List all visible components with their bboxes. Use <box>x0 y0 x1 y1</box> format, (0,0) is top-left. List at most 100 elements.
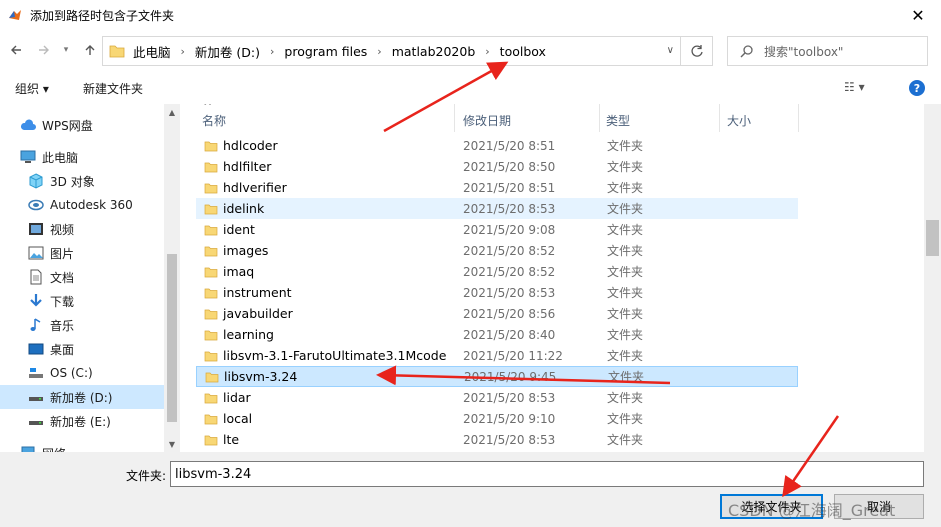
recent-dropdown-button[interactable]: ▾ <box>56 40 76 60</box>
column-divider[interactable] <box>798 104 799 132</box>
navigation-pane: WPS网盘 此电脑 3D 对象 Autodesk 360 视频 图片 文档 下载… <box>0 104 180 452</box>
chevron-right-icon[interactable]: › <box>270 45 274 58</box>
file-row[interactable]: instrument 2021/5/20 8:53 文件夹 <box>196 282 798 303</box>
view-options-button[interactable]: ☷ ▾ <box>844 80 865 94</box>
file-name: libsvm-3.24 <box>224 369 298 384</box>
up-button[interactable] <box>80 40 100 60</box>
computer-icon <box>20 149 36 165</box>
refresh-icon <box>690 45 703 57</box>
sidebar-item-label: 新加卷 (D:) <box>50 390 113 405</box>
sidebar-item-drive-e[interactable]: 新加卷 (E:) <box>0 409 164 433</box>
3d-objects-icon <box>28 173 44 189</box>
organize-button[interactable]: 组织 ▾ <box>15 80 49 97</box>
folder-name-input[interactable]: libsvm-3.24 <box>170 461 924 487</box>
window-title: 添加到路径时包含子文件夹 <box>30 8 175 23</box>
sidebar-item-downloads[interactable]: 下载 <box>0 289 164 313</box>
scroll-up-icon[interactable]: ▲ <box>164 104 180 120</box>
column-divider[interactable] <box>454 104 455 132</box>
scroll-down-icon[interactable]: ▼ <box>164 436 180 452</box>
forward-button[interactable] <box>34 40 54 60</box>
file-row[interactable]: hdlfilter 2021/5/20 8:50 文件夹 <box>196 156 798 177</box>
column-divider[interactable] <box>599 104 600 132</box>
chevron-right-icon[interactable]: › <box>485 45 489 58</box>
file-row[interactable]: local 2021/5/20 9:10 文件夹 <box>196 408 798 429</box>
file-type: 文件夹 <box>607 265 644 279</box>
sidebar-item-this-pc[interactable]: 此电脑 <box>0 145 164 169</box>
sidebar-item-desktop[interactable]: 桌面 <box>0 337 164 361</box>
sidebar-item-autodesk-360[interactable]: Autodesk 360 <box>0 193 164 217</box>
sidebar-item-label: 新加卷 (E:) <box>50 414 111 429</box>
file-row[interactable]: images 2021/5/20 8:52 文件夹 <box>196 240 798 261</box>
search-placeholder: 搜索"toolbox" <box>764 44 844 59</box>
video-icon <box>28 221 44 237</box>
forward-arrow-icon <box>39 45 49 55</box>
address-dropdown-icon[interactable]: ∨ <box>667 45 674 56</box>
file-row[interactable]: learning 2021/5/20 8:40 文件夹 <box>196 324 798 345</box>
search-icon <box>740 45 753 58</box>
file-list-scrollbar[interactable] <box>924 104 941 452</box>
folder-icon <box>205 372 219 382</box>
sidebar-item-drive-d[interactable]: 新加卷 (D:) <box>0 385 164 409</box>
breadcrumb-item[interactable]: 新加卷 (D:) <box>195 42 260 61</box>
breadcrumb-item[interactable]: program files <box>284 44 367 59</box>
sidebar-item-label: 音乐 <box>50 318 75 333</box>
file-date: 2021/5/20 8:53 <box>463 390 556 405</box>
folder-icon <box>204 141 218 151</box>
file-row[interactable]: imaq 2021/5/20 8:52 文件夹 <box>196 261 798 282</box>
up-arrow-icon <box>85 45 95 55</box>
cloud-icon <box>20 117 36 133</box>
file-name: learning <box>223 327 274 342</box>
file-row[interactable]: lte 2021/5/20 8:53 文件夹 <box>196 429 798 450</box>
scrollbar-thumb[interactable] <box>167 254 177 422</box>
file-name: lte <box>223 432 240 447</box>
file-date: 2021/5/20 9:08 <box>463 222 556 237</box>
sidebar-item-wps-cloud[interactable]: WPS网盘 <box>0 113 164 137</box>
column-header-size[interactable]: 大小 <box>727 112 751 129</box>
breadcrumb-item[interactable]: 此电脑 <box>133 42 171 61</box>
file-row[interactable]: lidar 2021/5/20 8:53 文件夹 <box>196 387 798 408</box>
breadcrumb-item[interactable]: toolbox <box>500 44 546 59</box>
file-row[interactable]: idelink 2021/5/20 8:53 文件夹 <box>196 198 798 219</box>
column-header-name[interactable]: 名称 <box>202 112 226 129</box>
desktop-icon <box>28 341 44 357</box>
sidebar-item-label: 桌面 <box>50 342 75 357</box>
column-header-type[interactable]: 类型 <box>606 112 630 129</box>
scrollbar-thumb[interactable] <box>926 220 939 256</box>
sidebar-item-music[interactable]: 音乐 <box>0 313 164 337</box>
file-type: 文件夹 <box>607 391 644 405</box>
sidebar-item-drive-c[interactable]: OS (C:) <box>0 361 164 385</box>
command-toolbar: 组织 ▾ 新建文件夹 ☷ ▾ ? <box>0 72 941 104</box>
file-row[interactable]: ident 2021/5/20 9:08 文件夹 <box>196 219 798 240</box>
column-divider[interactable] <box>719 104 720 132</box>
address-bar[interactable]: 此电脑 › 新加卷 (D:) › program files › matlab2020… <box>102 36 681 66</box>
breadcrumb-item[interactable]: matlab2020b <box>392 44 476 59</box>
sidebar-item-videos[interactable]: 视频 <box>0 217 164 241</box>
drive-icon <box>28 389 44 405</box>
close-button[interactable]: ✕ <box>895 0 941 30</box>
file-row[interactable]: libsvm-3.24 2021/5/20 9:45 文件夹 <box>196 366 798 387</box>
file-date: 2021/5/20 8:53 <box>463 285 556 300</box>
sidebar-scrollbar[interactable]: ▲ ▼ <box>164 104 180 452</box>
back-button[interactable] <box>6 40 26 60</box>
file-date: 2021/5/20 8:56 <box>463 306 556 321</box>
chevron-right-icon[interactable]: › <box>181 45 185 58</box>
sidebar-item-3d-objects[interactable]: 3D 对象 <box>0 169 164 193</box>
sidebar-item-label: 下载 <box>50 294 75 309</box>
sidebar-item-label: 网络 <box>42 445 66 453</box>
column-header-date[interactable]: 修改日期 <box>463 112 511 129</box>
help-button[interactable]: ? <box>909 80 925 96</box>
file-row[interactable]: hdlverifier 2021/5/20 8:51 文件夹 <box>196 177 798 198</box>
refresh-button[interactable] <box>681 36 713 66</box>
pictures-icon <box>28 245 44 261</box>
search-input[interactable]: 搜索"toolbox" <box>727 36 928 66</box>
folder-icon <box>204 435 218 445</box>
file-row[interactable]: javabuilder 2021/5/20 8:56 文件夹 <box>196 303 798 324</box>
sidebar-item-pictures[interactable]: 图片 <box>0 241 164 265</box>
new-folder-button[interactable]: 新建文件夹 <box>83 80 143 97</box>
chevron-right-icon[interactable]: › <box>377 45 381 58</box>
sidebar-item-documents[interactable]: 文档 <box>0 265 164 289</box>
file-row[interactable]: libsvm-3.1-FarutoUltimate3.1Mcode 2021/5/… <box>196 345 798 366</box>
file-date: 2021/5/20 8:53 <box>463 432 556 447</box>
file-row[interactable]: hdlcoder 2021/5/20 8:51 文件夹 <box>196 135 798 156</box>
sidebar-item-network[interactable]: 网络 <box>0 441 164 452</box>
